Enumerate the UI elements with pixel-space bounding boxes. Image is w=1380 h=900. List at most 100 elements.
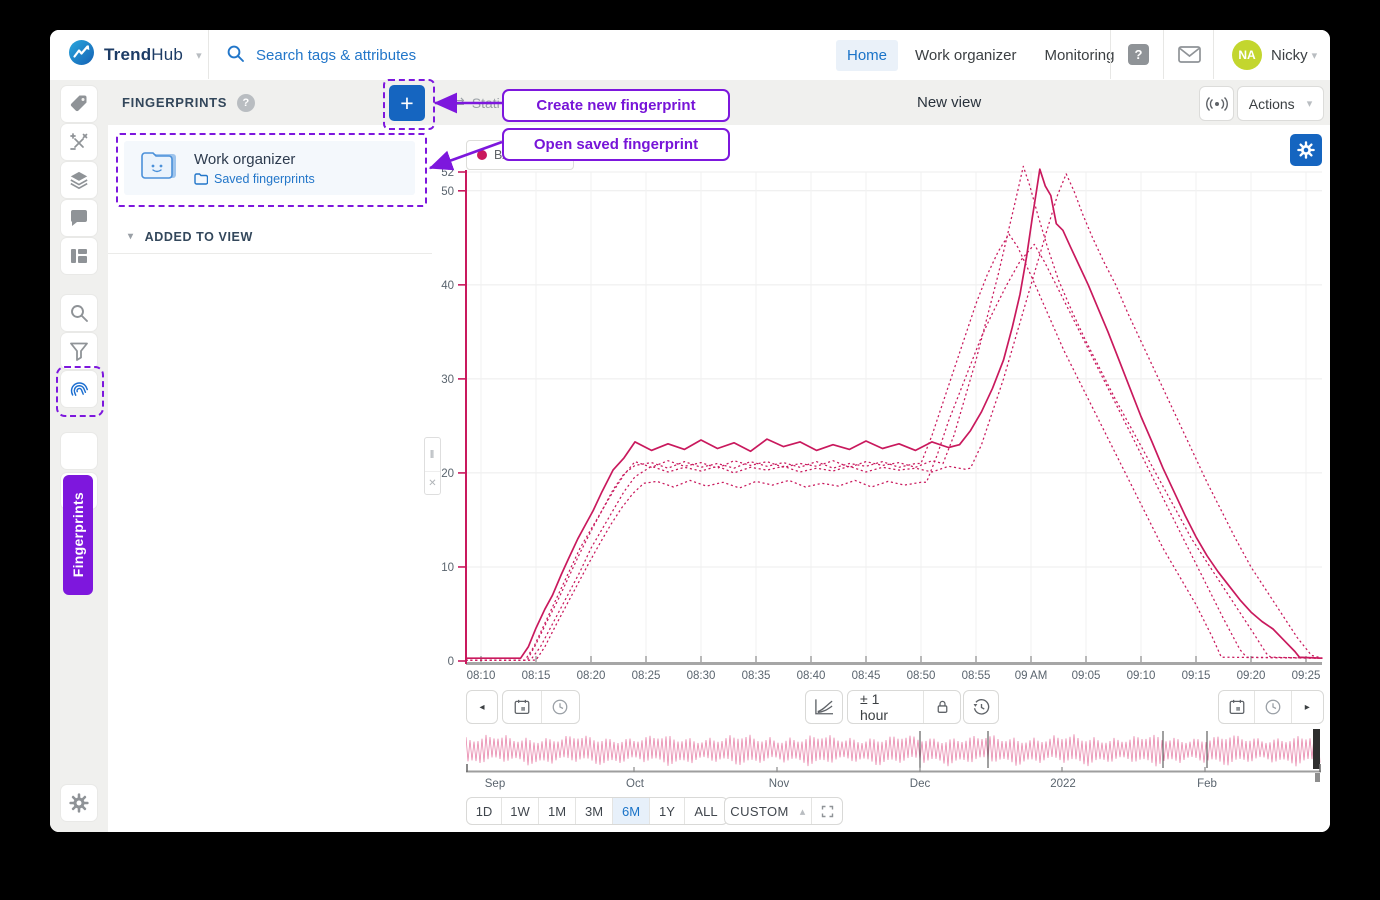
custom-range-group: CUSTOM▴: [724, 797, 843, 825]
series-color-dot: [477, 150, 487, 160]
range-button-1w[interactable]: 1W: [501, 798, 538, 824]
context-month-label: Oct: [626, 778, 645, 790]
range-button-3m[interactable]: 3M: [575, 798, 612, 824]
messages-button[interactable]: [1178, 46, 1201, 68]
navbar-divider: [208, 30, 209, 79]
fingerprints-panel-tab[interactable]: Fingerprints: [63, 475, 93, 595]
context-month-label: Nov: [769, 778, 790, 790]
context-scroll-handle[interactable]: [1315, 773, 1320, 782]
rail-settings-button[interactable]: [60, 784, 98, 822]
context-month-label: Feb: [1197, 778, 1217, 790]
range-button-1m[interactable]: 1M: [538, 798, 575, 824]
create-fingerprint-button[interactable]: +: [389, 85, 425, 121]
primary-nav: HomeWork organizerMonitoring: [836, 30, 1126, 80]
time-offset-group: ± 1 hour: [847, 690, 961, 724]
rail-comment-button[interactable]: [60, 199, 98, 237]
actions-chevron-down-icon: ▾: [1307, 97, 1313, 110]
context-selection-handle[interactable]: [1313, 729, 1320, 769]
avatar: NA: [1232, 40, 1262, 70]
custom-chevron-up-icon: ▴: [800, 805, 806, 818]
y-axis-drag-handle[interactable]: ‖ ✕: [424, 437, 441, 495]
history-icon: [972, 698, 991, 717]
nav-item-home[interactable]: Home: [836, 40, 898, 71]
folder-smiley-icon: [138, 148, 180, 189]
user-name: Nicky: [1271, 47, 1308, 64]
help-button[interactable]: ?: [1128, 44, 1149, 65]
right-datetime-group: ▸: [1218, 690, 1324, 724]
lock-icon: [934, 698, 951, 716]
offset-value[interactable]: ± 1 hour: [848, 691, 923, 723]
app-window: TrendHub ▾ Search tags & attributes Home…: [50, 30, 1330, 832]
saved-fingerprint-title: Work organizer: [194, 151, 315, 168]
navbar-divider: [1110, 30, 1111, 79]
rail-filter-button[interactable]: [60, 332, 98, 370]
callout-create-fingerprint: Create new fingerprint: [502, 89, 730, 122]
fingerprint-icon: [68, 378, 90, 400]
drag-grip-icon: ‖: [425, 438, 440, 472]
chart-settings-button[interactable]: [1290, 134, 1322, 166]
lock-button[interactable]: [923, 691, 960, 723]
callout-open-fingerprint: Open saved fingerprint: [502, 128, 730, 161]
search-icon: [69, 303, 89, 323]
folder-icon: [194, 173, 208, 185]
start-time-button[interactable]: [541, 691, 580, 723]
brand[interactable]: TrendHub ▾: [68, 30, 202, 80]
navbar-divider: [1163, 30, 1164, 79]
context-month-label: Sep: [485, 778, 505, 790]
time-range-buttons: 1D1W1M3M6M1YALL: [466, 797, 728, 825]
left-datetime-group: [502, 690, 580, 724]
chevron-left-icon: ◂: [479, 702, 484, 713]
gear-icon: [68, 792, 90, 814]
range-button-6m[interactable]: 6M: [612, 798, 649, 824]
envelope-icon: [1178, 46, 1201, 68]
range-button-1d[interactable]: 1D: [467, 798, 501, 824]
nav-item-monitoring[interactable]: Monitoring: [1033, 40, 1125, 71]
calendar-icon: [1228, 698, 1246, 716]
close-icon[interactable]: ✕: [425, 472, 440, 494]
header-partial-item[interactable]: ⇄ Stati: [453, 80, 500, 125]
collapsed-panel-tab[interactable]: [60, 432, 98, 470]
history-button[interactable]: [963, 690, 999, 724]
expand-icon: [821, 805, 834, 818]
compare-trends-button[interactable]: [805, 690, 843, 724]
added-to-view-section[interactable]: ▾ ADDED TO VIEW: [108, 220, 432, 254]
rail-dashboard-button[interactable]: [60, 237, 98, 275]
clock-icon: [1264, 698, 1282, 716]
formula-icon: [69, 132, 89, 152]
range-button-all[interactable]: ALL: [684, 798, 727, 824]
nav-item-work-organizer[interactable]: Work organizer: [904, 40, 1027, 71]
context-overview-strip[interactable]: SepOctNovDec2022Feb: [466, 728, 1322, 792]
calendar-icon: [513, 698, 531, 716]
pan-left-button[interactable]: ◂: [466, 690, 498, 724]
rail-layers-button[interactable]: [60, 161, 98, 199]
trend-compare-icon: [813, 698, 835, 716]
left-icon-rail: Fingerprints: [50, 80, 109, 832]
user-chevron-down-icon: ▾: [1312, 49, 1318, 62]
trendhub-logo-icon: [68, 39, 95, 71]
actions-dropdown[interactable]: Actions▾: [1237, 86, 1324, 121]
comment-icon: [69, 208, 89, 228]
rail-search-button[interactable]: [60, 294, 98, 332]
user-menu[interactable]: NA Nicky ▾: [1232, 40, 1317, 70]
panel-help-icon[interactable]: ?: [237, 94, 255, 112]
saved-fingerprint-item[interactable]: Work organizer Saved fingerprints: [124, 141, 415, 195]
pan-right-button[interactable]: ▸: [1291, 691, 1323, 723]
end-calendar-button[interactable]: [1219, 691, 1254, 723]
rail-fingerprints-button[interactable]: [60, 370, 98, 408]
saved-fingerprint-subtitle[interactable]: Saved fingerprints: [194, 172, 315, 186]
live-mode-button[interactable]: [1199, 86, 1234, 121]
rail-formula-button[interactable]: [60, 123, 98, 161]
section-chevron-down-icon: ▾: [128, 231, 134, 242]
context-month-label: 2022: [1050, 778, 1076, 790]
range-button-1y[interactable]: 1Y: [649, 798, 684, 824]
brand-chevron-down-icon[interactable]: ▾: [196, 49, 202, 62]
view-title: New view: [917, 80, 981, 125]
search-input[interactable]: Search tags & attributes: [226, 30, 416, 80]
fit-range-button[interactable]: [811, 798, 842, 824]
panel-title: FINGERPRINTS ?: [122, 80, 255, 125]
clock-icon: [551, 698, 569, 716]
custom-range-button[interactable]: CUSTOM▴: [725, 798, 811, 824]
start-calendar-button[interactable]: [503, 691, 541, 723]
rail-tag-button[interactable]: [60, 85, 98, 123]
end-time-button[interactable]: [1254, 691, 1290, 723]
